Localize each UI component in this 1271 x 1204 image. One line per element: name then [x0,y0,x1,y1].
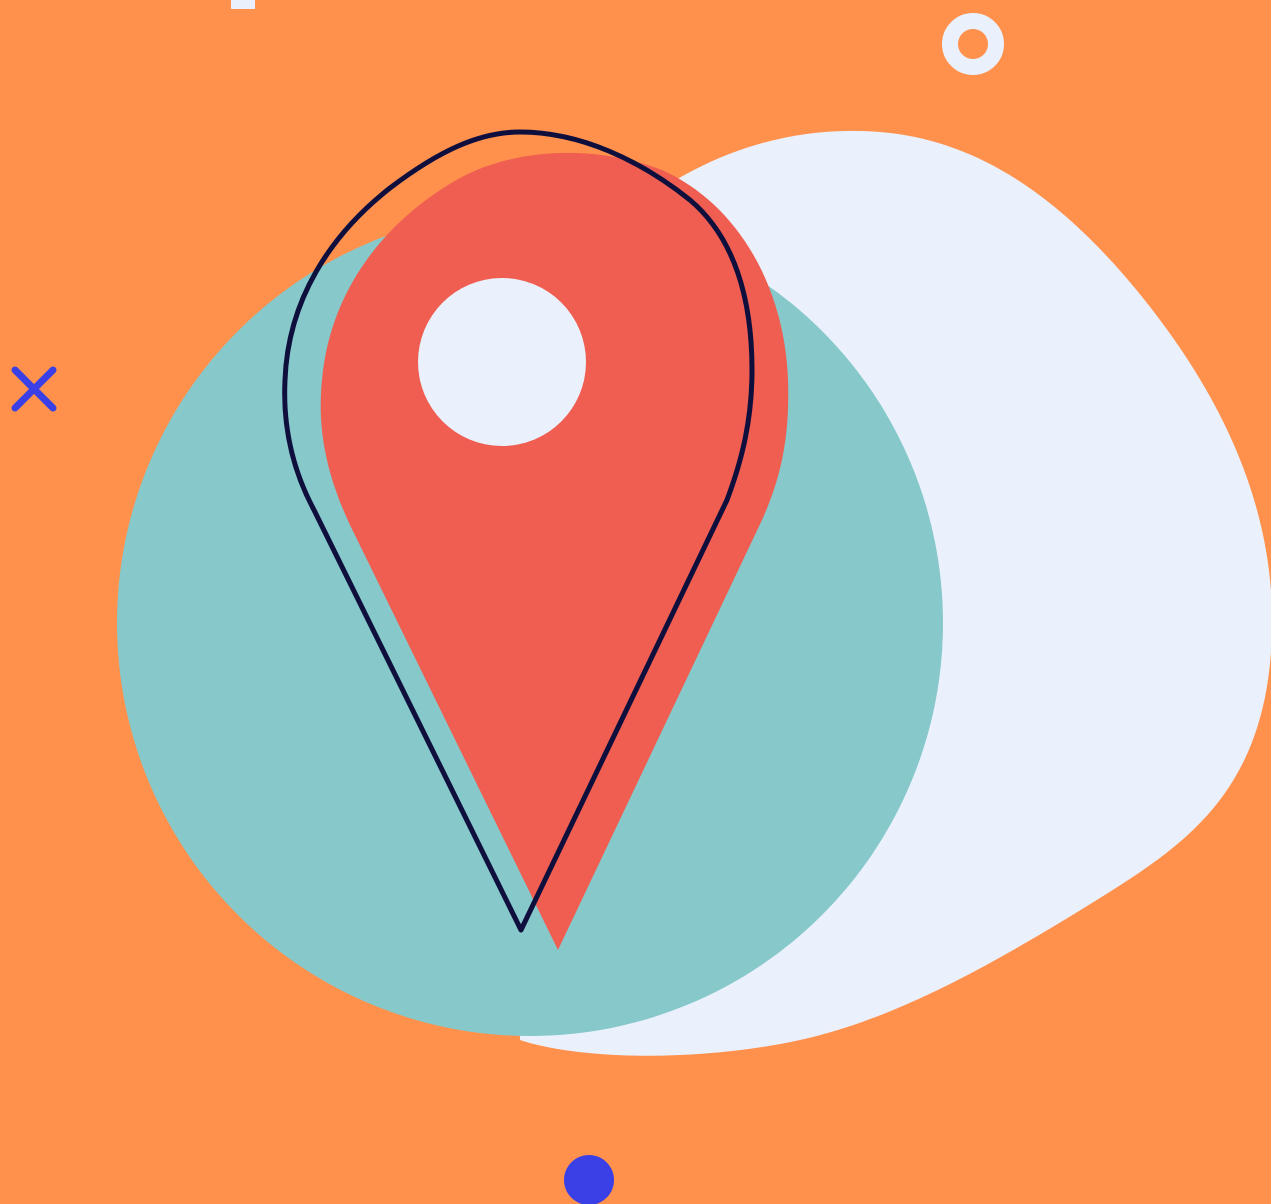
top-tick-shape [231,0,255,9]
location-illustration [0,0,1271,1204]
location-pin-hole [418,278,586,446]
dot-icon [564,1155,614,1204]
illustration-canvas [0,0,1271,1204]
